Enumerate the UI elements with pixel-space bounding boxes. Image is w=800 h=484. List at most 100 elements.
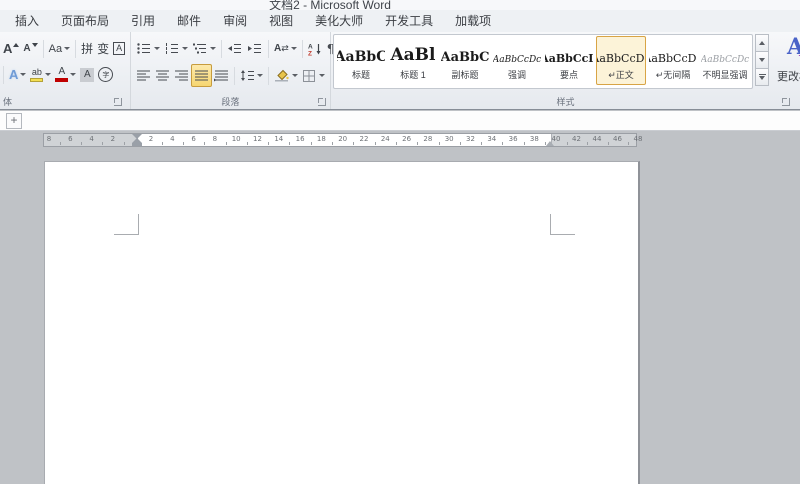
style-label: 标题 1 [400, 70, 426, 80]
character-border-button[interactable]: A [111, 38, 127, 59]
dialog-launcher-icon[interactable] [782, 98, 790, 106]
ribbon-tab-美化大师[interactable]: 美化大师 [304, 10, 374, 32]
ribbon-tab-页面布局[interactable]: 页面布局 [50, 10, 120, 32]
text-effects-button[interactable]: A [7, 64, 28, 85]
ruler-number: 36 [508, 135, 518, 143]
distribute-button[interactable] [212, 65, 231, 86]
change-case-button[interactable]: Aa [47, 38, 72, 59]
ribbon-tab-视图[interactable]: 视图 [258, 10, 304, 32]
ruler-tick [123, 142, 125, 145]
ribbon-tab-邮件[interactable]: 邮件 [166, 10, 212, 32]
borders-button[interactable] [300, 65, 327, 86]
style-item-正文[interactable]: AaBbCcDc ↵正文 [596, 36, 646, 85]
character-convert-button[interactable]: 变 [95, 38, 111, 59]
style-label: ↵正文 [608, 70, 634, 80]
ruler-number: 34 [487, 135, 497, 143]
ruler-tick [523, 142, 525, 145]
ribbon-tab-开发工具[interactable]: 开发工具 [374, 10, 444, 32]
font-group-label: 体 [3, 97, 13, 107]
ribbon-tab-加载项[interactable]: 加载项 [444, 10, 502, 32]
style-sample: AaBbCcDc [597, 52, 645, 65]
horizontal-ruler[interactable]: 8 6 4 2 2 4 6 8 10 12 14 16 18 20 22 24 26 28 30 32 34 36 38 40… [43, 133, 642, 147]
ruler-tick [628, 142, 630, 145]
ruler-number: 8 [46, 135, 52, 143]
left-indent-marker[interactable] [132, 143, 142, 146]
numbering-button[interactable] [162, 38, 190, 59]
shrink-font-button[interactable]: A [21, 38, 39, 59]
chevron-down-icon [154, 47, 160, 50]
text-highlight-button[interactable]: ab [28, 64, 53, 85]
ruler-tick [481, 142, 483, 145]
dialog-launcher-icon[interactable] [318, 98, 326, 106]
font-color-button[interactable]: A [53, 64, 78, 85]
ruler-tick [587, 142, 589, 145]
style-item-副标题[interactable]: AaBbC 副标题 [440, 36, 490, 85]
ruler-tick [374, 142, 376, 145]
style-item-无间隔[interactable]: AaBbCcDc ↵无间隔 [648, 36, 698, 85]
multilevel-list-button[interactable] [190, 38, 218, 59]
enclose-character-button[interactable]: 字 [96, 64, 115, 85]
align-left-icon [137, 70, 150, 81]
asian-layout-button[interactable]: A ⇄ [272, 38, 299, 59]
ruler-number: 38 [529, 135, 539, 143]
style-item-强调[interactable]: AaBbCcDc 强调 [492, 36, 542, 85]
align-left-button[interactable] [134, 65, 153, 86]
align-right-button[interactable] [172, 65, 191, 86]
ruler-tick [438, 142, 440, 145]
divider [221, 39, 222, 58]
ruler-tick [566, 142, 568, 145]
style-item-要点[interactable]: AaBbCcD 要点 [544, 36, 594, 85]
character-shading-button[interactable]: A [78, 64, 96, 85]
ruler-number: 2 [148, 135, 154, 143]
more-styles-icon [758, 74, 766, 80]
new-tab-button[interactable]: + [6, 113, 22, 129]
ruler-tick [545, 142, 546, 145]
ribbon-tab-引用[interactable]: 引用 [120, 10, 166, 32]
style-item-不明显强调[interactable]: AaBbCcDc 不明显强调 [700, 36, 750, 85]
dialog-launcher-icon[interactable] [114, 98, 122, 106]
ruler-tick [59, 142, 61, 145]
ruler-number: 32 [466, 135, 475, 143]
chevron-down-icon [292, 74, 298, 77]
shading-button[interactable] [272, 65, 300, 86]
borders-grid-icon [303, 69, 315, 82]
ribbon-tab-插入[interactable]: 插入 [4, 10, 50, 32]
document-tab-bar: + [0, 111, 800, 131]
style-item-标题[interactable]: AaBbC 标题 [336, 36, 386, 85]
line-spacing-icon [241, 70, 254, 81]
style-sample: AaBbC [441, 50, 489, 65]
grow-font-button[interactable]: A [1, 38, 21, 59]
pinyin-guide-button[interactable]: 拼 [79, 38, 95, 59]
decrease-indent-button[interactable] [225, 38, 245, 59]
align-center-button[interactable] [153, 65, 172, 86]
line-spacing-button[interactable] [238, 65, 265, 86]
increase-indent-icon [248, 43, 261, 54]
gallery-more-button[interactable] [755, 68, 769, 86]
ruler-number: 22 [359, 135, 369, 143]
highlighter-icon: ab [30, 67, 44, 82]
document-page[interactable] [44, 161, 640, 484]
styles-gallery: AaBbC标题AaBl标题 1AaBbC副标题AaBbCcDc强调AaBbCcD… [333, 34, 753, 89]
style-item-标题 1[interactable]: AaBl 标题 1 [388, 36, 438, 85]
ruler-tick [353, 142, 355, 145]
ribbon-tab-审阅[interactable]: 审阅 [212, 10, 258, 32]
chevron-down-icon [45, 73, 52, 76]
gallery-scroll-down-button[interactable] [755, 51, 769, 69]
gallery-scroll-up-button[interactable] [755, 34, 769, 52]
style-label: ↵无间隔 [655, 70, 691, 80]
svg-text:Z: Z [308, 50, 312, 56]
justify-button[interactable] [191, 64, 212, 87]
chevron-down-icon [319, 74, 325, 77]
ruler-tick [332, 142, 333, 145]
ruler-tick [310, 142, 312, 145]
numbered-list-icon [165, 43, 178, 54]
style-sample: AaBl [390, 45, 436, 65]
ruler-number: 24 [380, 135, 390, 143]
svg-text:A: A [308, 43, 313, 50]
ribbon: A A Aa 拼 变 A A ab A A 字 体 A ⇄ A Z ¶ 段落 A… [0, 32, 800, 110]
bullets-button[interactable] [134, 38, 162, 59]
chevron-down-icon [210, 47, 216, 50]
ruler-number: 6 [191, 135, 196, 143]
increase-indent-button[interactable] [245, 38, 265, 59]
sort-button[interactable]: AZ [306, 38, 325, 59]
